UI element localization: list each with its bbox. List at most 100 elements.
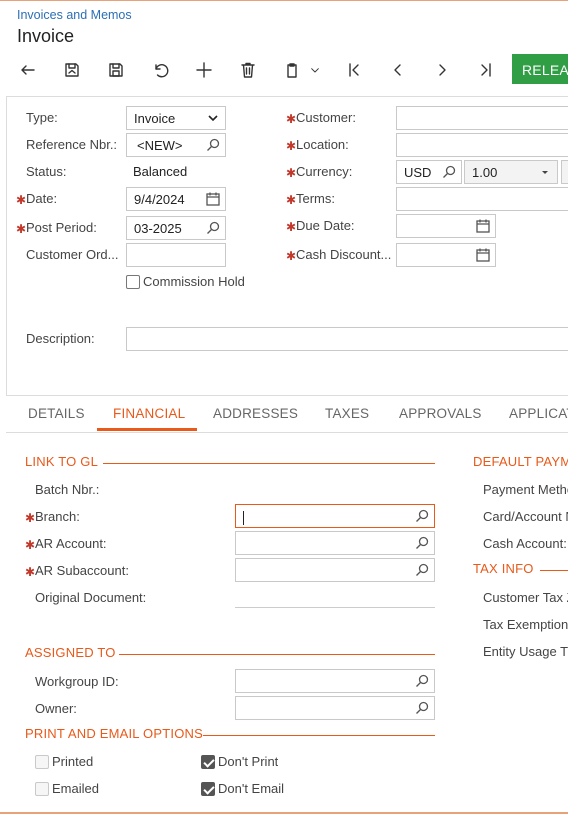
status-value: Balanced [133,164,188,179]
required-marker: ✱ [286,166,297,180]
currency-extra-button[interactable] [561,160,568,184]
delete-icon[interactable] [234,56,262,84]
original-document-label: Original Document: [35,590,147,605]
cash-discount-label: Cash Discount... [296,247,392,262]
required-marker: ✱ [286,139,297,153]
search-icon[interactable] [414,700,430,716]
ar-account-field[interactable] [235,531,435,555]
currency-field[interactable]: USD [396,160,462,184]
due-date-label: Due Date: [296,218,355,233]
post-period-value: 03-2025 [134,221,182,236]
breadcrumb[interactable]: Invoices and Memos [17,8,132,22]
due-date-field[interactable] [396,214,496,238]
tab-addresses[interactable]: ADDRESSES [213,406,298,421]
save-icon[interactable] [102,56,130,84]
chevron-down-icon [205,110,221,126]
post-period-field[interactable]: 03-2025 [126,216,226,240]
active-tab-indicator [97,428,197,431]
tab-taxes[interactable]: TAXES [325,406,369,421]
tab-details[interactable]: DETAILS [28,406,85,421]
release-button[interactable]: RELEA [512,54,568,84]
first-icon[interactable] [340,56,368,84]
customer-order-field[interactable] [126,243,226,267]
ar-subaccount-field[interactable] [235,558,435,582]
page-title: Invoice [17,26,75,46]
text-cursor [243,510,244,525]
owner-label: Owner: [35,701,77,716]
description-field[interactable] [126,327,568,351]
chevron-down-icon[interactable] [304,56,326,84]
status-label: Status: [26,164,67,179]
search-icon[interactable] [414,508,430,524]
required-marker: ✱ [16,193,27,207]
tab-financial[interactable]: FINANCIAL [113,406,185,421]
card-account-label: Card/Account N [483,509,568,524]
section-assigned-to: ASSIGNED TO [25,645,116,660]
customer-field[interactable] [396,106,568,130]
tab-applications[interactable]: APPLICAT [509,406,568,421]
required-marker: ✱ [25,538,36,552]
required-marker: ✱ [286,249,297,263]
section-divider [103,463,435,464]
commission-hold-checkbox[interactable] [126,275,140,289]
add-icon[interactable] [190,56,218,84]
required-marker: ✱ [16,222,27,236]
original-document-value [235,607,435,608]
payment-method-label: Payment Metho [483,482,568,497]
last-icon[interactable] [472,56,500,84]
currency-rate-select[interactable]: 1.00 [464,160,558,184]
tax-exemption-label: Tax Exemption [483,617,568,632]
cash-discount-date-field[interactable] [396,243,496,267]
section-default-payment: DEFAULT PAYM [473,454,568,469]
search-icon[interactable] [414,673,430,689]
reference-nbr-label: Reference Nbr.: [26,137,118,152]
save-and-close-icon[interactable] [58,56,86,84]
required-marker: ✱ [286,220,297,234]
required-marker: ✱ [286,193,297,207]
section-tax-info: TAX INFO [473,561,534,576]
copy-paste-icon[interactable] [278,56,306,84]
printed-checkbox[interactable] [35,755,49,769]
type-label: Type: [26,110,58,125]
back-icon[interactable] [14,56,42,84]
workgroup-id-field[interactable] [235,669,435,693]
search-icon[interactable] [414,562,430,578]
workgroup-id-label: Workgroup ID: [35,674,119,689]
terms-field[interactable] [396,187,568,211]
location-field[interactable] [396,133,568,157]
tab-approvals[interactable]: APPROVALS [399,406,482,421]
next-icon[interactable] [428,56,456,84]
calendar-icon[interactable] [475,218,491,234]
search-icon[interactable] [205,137,221,153]
cash-account-label: Cash Account: [483,536,567,551]
search-icon[interactable] [441,164,457,180]
ar-subaccount-label: AR Subaccount: [35,563,129,578]
calendar-icon[interactable] [205,191,221,207]
branch-field[interactable] [235,504,435,528]
date-field[interactable]: 9/4/2024 [126,187,226,211]
emailed-checkbox[interactable] [35,782,49,796]
required-marker: ✱ [286,112,297,126]
calendar-icon[interactable] [475,247,491,263]
tab-divider [6,432,568,433]
date-value: 9/4/2024 [134,192,185,207]
type-select[interactable]: Invoice [126,106,226,130]
dont-email-checkbox[interactable] [201,782,215,796]
terms-label: Terms: [296,191,335,206]
previous-icon[interactable] [384,56,412,84]
location-label: Location: [296,137,349,152]
search-icon[interactable] [205,220,221,236]
customer-tax-zone-label: Customer Tax Z [483,590,568,605]
dont-print-label: Don't Print [218,754,279,769]
entity-usage-type-label: Entity Usage T [483,644,568,659]
branch-label: Branch: [35,509,80,524]
ar-account-label: AR Account: [35,536,107,551]
owner-field[interactable] [235,696,435,720]
search-icon[interactable] [414,535,430,551]
section-link-to-gl: LINK TO GL [25,454,99,469]
reference-nbr-field[interactable]: <NEW> [126,133,226,157]
section-divider [119,654,435,655]
reference-nbr-value: <NEW> [137,138,183,153]
dont-print-checkbox[interactable] [201,755,215,769]
undo-icon[interactable] [146,56,174,84]
